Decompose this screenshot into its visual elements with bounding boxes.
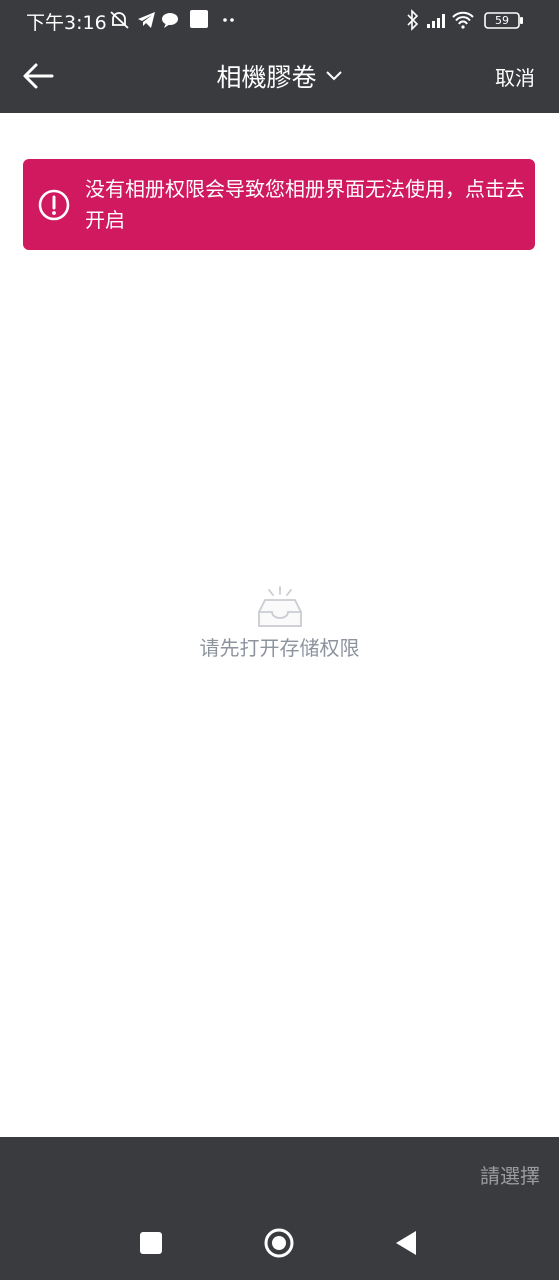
muted-bell-icon xyxy=(110,11,129,29)
alert-circle-icon xyxy=(38,189,70,221)
cancel-button[interactable]: 取消 xyxy=(495,62,535,91)
system-status-icons: 59 xyxy=(405,8,533,32)
signal-icon xyxy=(427,14,445,28)
notification-icons-svg xyxy=(110,10,234,29)
status-bar: 下午3:16 59 xyxy=(0,0,559,40)
telegram-icon xyxy=(138,12,155,28)
chat-bubble-icon xyxy=(162,13,178,28)
empty-state: 请先打开存储权限 xyxy=(0,584,559,661)
circle-icon[interactable] xyxy=(263,1227,295,1259)
square-icon[interactable] xyxy=(139,1231,163,1255)
empty-state-text: 请先打开存储权限 xyxy=(199,636,360,660)
inbox-icon xyxy=(257,586,302,627)
battery-level: 59 xyxy=(495,14,509,27)
more-notifications-icon xyxy=(223,18,234,22)
app-square-icon xyxy=(190,10,208,28)
app-bar: 相機膠卷 取消 xyxy=(0,40,559,113)
system-navigation-bar xyxy=(0,1210,559,1280)
bottom-toolbar: 請選擇 xyxy=(0,1137,559,1210)
chevron-down-icon xyxy=(325,71,342,81)
select-button[interactable]: 請選擇 xyxy=(480,1160,540,1189)
permission-banner[interactable]: 没有相册权限会导致您相册界面无法使用，点击去开启 xyxy=(23,159,535,250)
wifi-icon xyxy=(452,11,474,25)
status-time: 下午3:16 xyxy=(26,12,107,34)
album-selector[interactable]: 相機膠卷 xyxy=(0,58,559,94)
permission-banner-text: 没有相册权限会导致您相册界面无法使用，点击去开启 xyxy=(85,177,525,232)
bluetooth-icon xyxy=(407,9,419,31)
triangle-back-icon[interactable] xyxy=(394,1230,418,1256)
page-title: 相機膠卷 xyxy=(216,63,317,92)
notification-icons xyxy=(108,8,238,32)
